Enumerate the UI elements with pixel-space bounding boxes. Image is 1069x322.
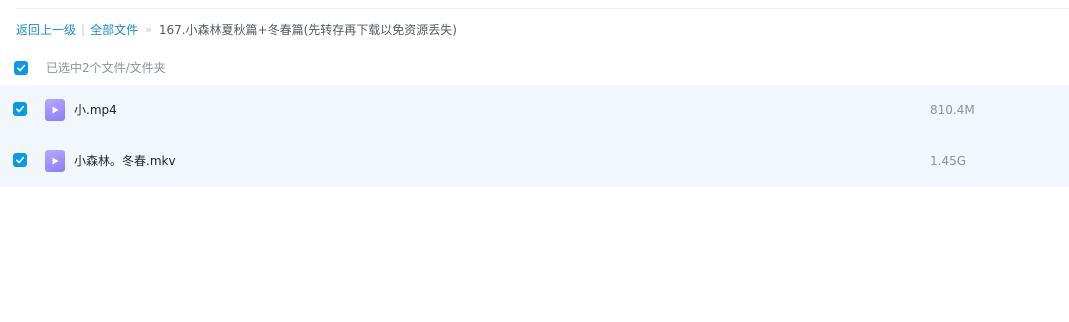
back-link[interactable]: 返回上一级 [16,21,76,38]
current-folder-name: 167.小森林夏秋篇+冬春篇(先转存再下载以免资源丢失) [158,22,457,37]
select-all-checkbox[interactable] [14,61,28,75]
play-icon [52,106,59,114]
file-size: 1.45G [930,154,967,168]
file-name[interactable]: 小.mp4 [74,101,117,119]
file-checkbox[interactable] [13,102,27,116]
checkmark-icon [15,156,25,164]
play-icon [52,157,59,165]
file-size: 810.4M [930,103,975,117]
selection-summary: 已选中2个文件/文件夹 [46,61,166,75]
file-row[interactable]: 小森林。冬春.mkv 1.45G [0,136,1069,187]
checkmark-icon [16,64,26,72]
file-checkbox[interactable] [13,153,27,167]
all-files-link[interactable]: 全部文件 [90,21,138,38]
video-file-icon [45,150,65,172]
top-divider [16,8,1069,9]
file-row[interactable]: 小.mp4 810.4M [0,85,1069,136]
breadcrumb-arrow-icon: » [145,22,152,36]
checkmark-icon [15,105,25,113]
breadcrumb: 返回上一级 | 全部文件 » 167.小森林夏秋篇+冬春篇(先转存再下载以免资源… [16,20,457,38]
file-name[interactable]: 小森林。冬春.mkv [74,152,176,170]
video-file-icon [45,99,65,121]
breadcrumb-separator: | [81,22,86,36]
